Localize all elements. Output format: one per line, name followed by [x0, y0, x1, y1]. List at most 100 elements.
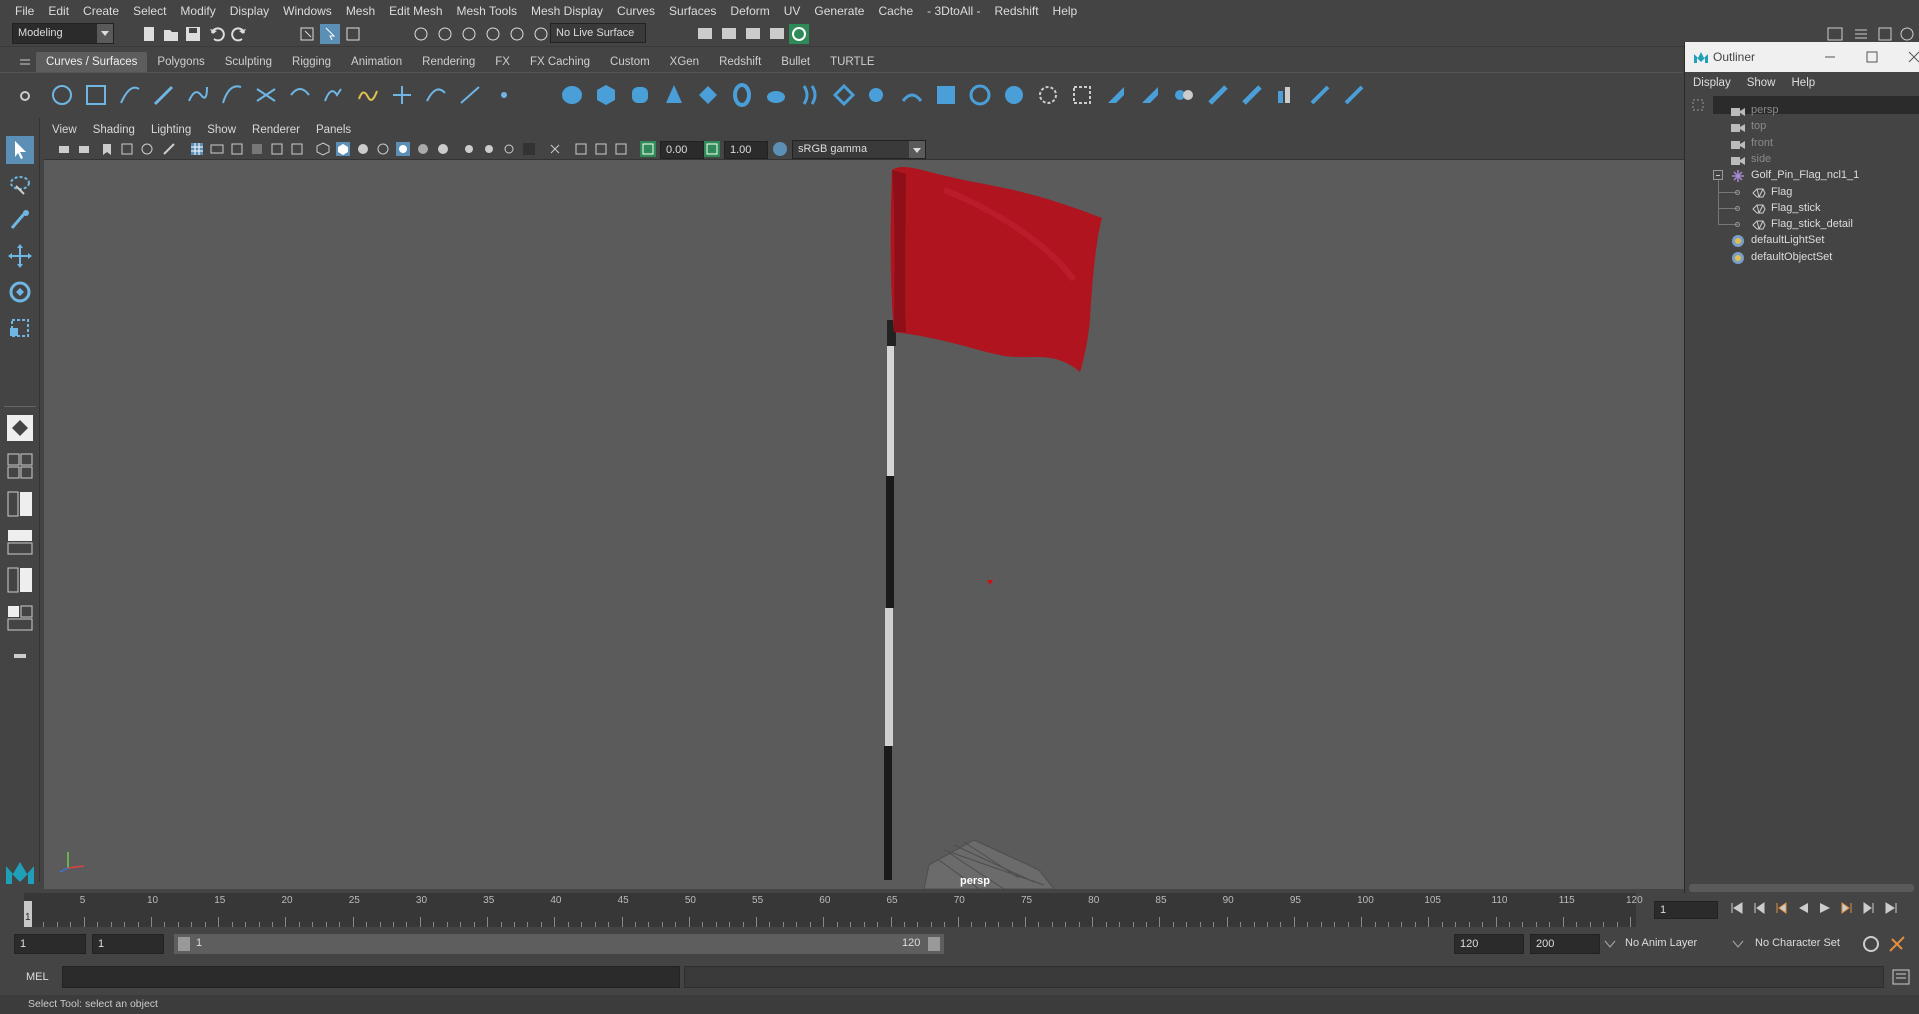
- menu-curves[interactable]: Curves: [610, 4, 662, 18]
- maximize-icon[interactable]: [1865, 50, 1879, 64]
- gate-mask-icon[interactable]: [250, 142, 264, 156]
- square-surface-icon[interactable]: [1002, 83, 1026, 107]
- menu-deform[interactable]: Deform: [723, 4, 776, 18]
- curve-insert-knot-icon[interactable]: [492, 83, 516, 107]
- open-scene-icon[interactable]: [162, 25, 180, 43]
- minimize-icon[interactable]: [1823, 50, 1837, 64]
- menu-edit-mesh[interactable]: Edit Mesh: [382, 4, 449, 18]
- curve-offset-icon[interactable]: [390, 83, 414, 107]
- character-set-dropdown[interactable]: No Character Set: [1750, 934, 1860, 954]
- close-icon[interactable]: [1907, 50, 1919, 64]
- persp-outliner-layout-icon[interactable]: [6, 490, 34, 518]
- nurbs-cone-icon[interactable]: [662, 83, 686, 107]
- film-gate-icon[interactable]: [210, 142, 224, 156]
- workspace-icon[interactable]: [1826, 25, 1844, 43]
- live-surface-field[interactable]: No Live Surface: [550, 23, 646, 43]
- menu-help[interactable]: Help: [1046, 4, 1085, 18]
- menu-display[interactable]: Display: [223, 4, 276, 18]
- viewport-menu-panels[interactable]: Panels: [308, 124, 359, 136]
- bookmark-icon[interactable]: [100, 142, 114, 156]
- menu-generate[interactable]: Generate: [807, 4, 871, 18]
- camera-attributes-icon[interactable]: [78, 142, 92, 156]
- shelf-tab-xgen[interactable]: XGen: [660, 52, 709, 72]
- wireframe-on-shaded-icon[interactable]: [356, 142, 370, 156]
- anim-layer-dropdown[interactable]: No Anim Layer: [1620, 934, 1742, 954]
- curve-reverse-icon[interactable]: [424, 83, 448, 107]
- step-forward-key-icon[interactable]: [1840, 901, 1854, 915]
- revolve-icon[interactable]: [764, 83, 788, 107]
- layout-shortcut-icon[interactable]: [6, 642, 34, 670]
- collapse-toggle-icon[interactable]: [1713, 170, 1723, 181]
- gamma-icon[interactable]: [704, 141, 720, 157]
- nurbs-square-icon[interactable]: [84, 83, 108, 107]
- shelf-tab-bullet[interactable]: Bullet: [771, 52, 820, 72]
- playback-start-field[interactable]: 1: [92, 934, 164, 954]
- shadows-icon[interactable]: [416, 142, 430, 156]
- shelf-tab-rendering[interactable]: Rendering: [412, 52, 485, 72]
- go-to-end-icon[interactable]: [1884, 901, 1898, 915]
- range-start-handle[interactable]: [178, 937, 190, 951]
- render-settings-icon[interactable]: [768, 25, 786, 43]
- curve-attach-icon[interactable]: [288, 83, 312, 107]
- menu-mesh[interactable]: Mesh: [339, 4, 382, 18]
- paint-select-icon[interactable]: [6, 206, 34, 234]
- menu-cache[interactable]: Cache: [871, 4, 920, 18]
- nurbs-cube-icon[interactable]: [594, 83, 618, 107]
- grid-toggle-icon[interactable]: [190, 142, 204, 156]
- render-current-frame-icon[interactable]: [720, 25, 738, 43]
- modeling-toolkit-icon[interactable]: [1898, 25, 1916, 43]
- project-curve-icon[interactable]: [1036, 83, 1060, 107]
- birail-icon[interactable]: [900, 83, 924, 107]
- menu-redshift[interactable]: Redshift: [988, 4, 1046, 18]
- xray-joints-icon[interactable]: [574, 142, 588, 156]
- detach-surfaces-icon[interactable]: [1206, 83, 1230, 107]
- nurbs-cylinder-icon[interactable]: [628, 83, 652, 107]
- arc-tool-icon[interactable]: [220, 83, 244, 107]
- bezier-curve-icon[interactable]: [254, 83, 278, 107]
- shelf-tab-fx-caching[interactable]: FX Caching: [520, 52, 600, 72]
- image-plane-icon[interactable]: [120, 142, 134, 156]
- select-by-object-icon[interactable]: [320, 24, 340, 44]
- hypershade-layout-icon[interactable]: [6, 566, 34, 594]
- depth-of-field-icon[interactable]: [502, 142, 516, 156]
- undo-icon[interactable]: [208, 25, 226, 43]
- shelf-tab-sculpting[interactable]: Sculpting: [215, 52, 282, 72]
- render-view-icon[interactable]: [696, 25, 714, 43]
- nurbs-sphere-icon[interactable]: [560, 83, 584, 107]
- menu-uv[interactable]: UV: [777, 4, 808, 18]
- range-bar[interactable]: 1 120: [174, 934, 944, 954]
- boundary-icon[interactable]: [968, 83, 992, 107]
- move-tool-icon[interactable]: [6, 242, 34, 270]
- ipr-render-icon[interactable]: [744, 25, 762, 43]
- frame-icon[interactable]: [614, 142, 628, 156]
- make-live-icon[interactable]: [508, 25, 526, 43]
- screen-space-ao-icon[interactable]: [436, 142, 450, 156]
- go-to-start-icon[interactable]: [1730, 901, 1744, 915]
- 2d-pan-zoom-icon[interactable]: [140, 142, 154, 156]
- wireframe-icon[interactable]: [316, 142, 330, 156]
- play-forwards-icon[interactable]: [1818, 901, 1832, 915]
- redo-icon[interactable]: [230, 25, 248, 43]
- tool-settings-icon[interactable]: [1876, 25, 1894, 43]
- smooth-shade-icon[interactable]: [336, 142, 350, 156]
- use-all-lights-icon[interactable]: [396, 142, 410, 156]
- shelf-menu-icon[interactable]: [18, 55, 32, 69]
- surface-editing-icon[interactable]: [1342, 83, 1366, 107]
- snap-grid-icon[interactable]: [412, 25, 430, 43]
- chevron-down-icon[interactable]: [1732, 939, 1744, 949]
- magnet-icon[interactable]: [532, 25, 550, 43]
- shelf-tab-fx[interactable]: FX: [485, 52, 520, 72]
- sculpt-geometry-icon[interactable]: [1308, 83, 1332, 107]
- chevron-down-icon[interactable]: [1604, 939, 1616, 949]
- bevel-plus-icon[interactable]: [934, 83, 958, 107]
- time-ticks[interactable]: 5 10 15 20 25 30 35 40 45 50 55 60 65 70 75 80 85 90 95 100…: [24, 893, 1643, 927]
- align-surfaces-icon[interactable]: [1240, 83, 1264, 107]
- single-perspective-layout-icon[interactable]: [6, 414, 34, 442]
- shelf-tab-animation[interactable]: Animation: [341, 52, 412, 72]
- ep-curve-tool-icon[interactable]: [186, 83, 210, 107]
- select-by-hierarchy-icon[interactable]: [298, 25, 316, 43]
- isolate-select-icon[interactable]: [522, 142, 536, 156]
- snap-point-icon[interactable]: [460, 25, 478, 43]
- shelf-tab-curves-surfaces[interactable]: Curves / Surfaces: [36, 52, 148, 72]
- animation-preferences-icon[interactable]: [1888, 935, 1906, 953]
